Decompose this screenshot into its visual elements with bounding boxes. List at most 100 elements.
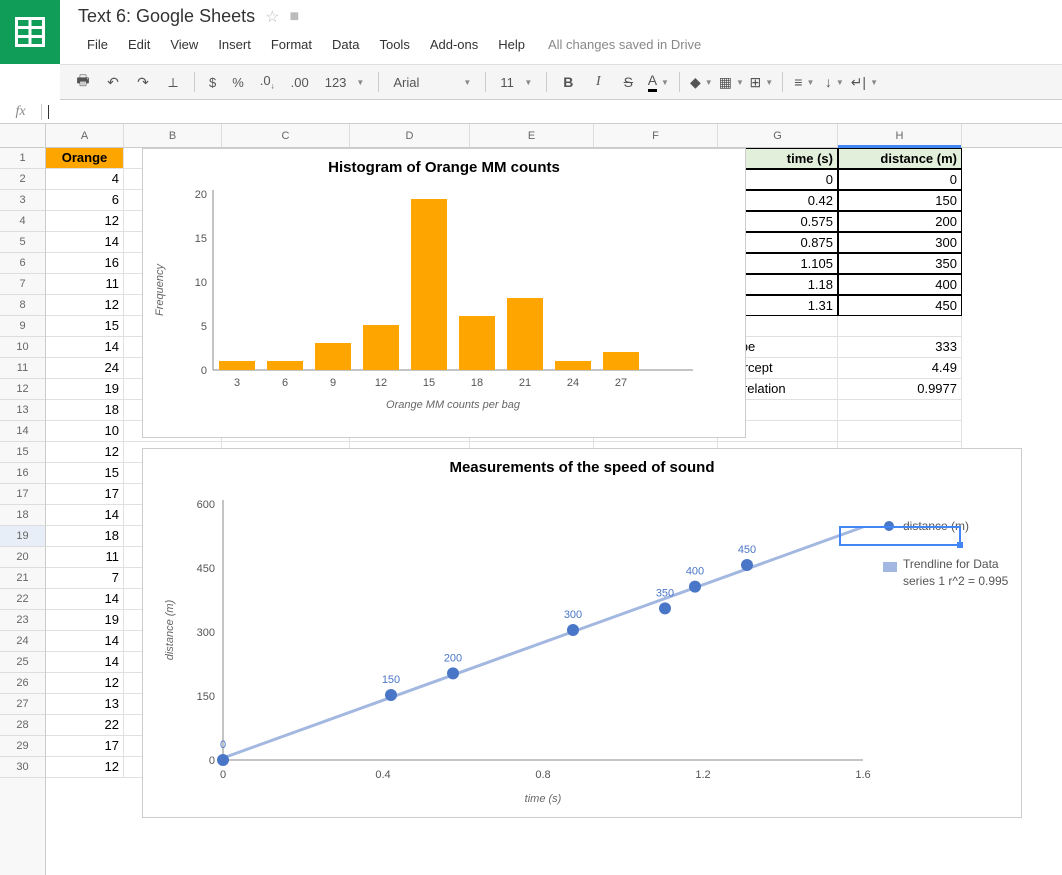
paint-format-icon[interactable]: ⟂ <box>160 69 186 95</box>
cell[interactable]: 14 <box>46 589 124 610</box>
col-header-G[interactable]: G <box>718 124 838 147</box>
col-header-C[interactable]: C <box>222 124 350 147</box>
cell[interactable]: 200 <box>838 211 962 232</box>
row-header[interactable]: 5 <box>0 232 45 253</box>
cell[interactable]: 333 <box>838 337 962 358</box>
formula-input[interactable] <box>42 104 1062 120</box>
row-header[interactable]: 30 <box>0 757 45 778</box>
font-family-dropdown[interactable]: Arial▼ <box>387 75 477 90</box>
row-header[interactable]: 1 <box>0 148 45 169</box>
col-header-E[interactable]: E <box>470 124 594 147</box>
cell[interactable]: 0 <box>838 169 962 190</box>
cell[interactable]: 300 <box>838 232 962 253</box>
chart-histogram[interactable]: Histogram of Orange MM counts 05101520 3… <box>142 148 746 438</box>
cell[interactable]: 400 <box>838 274 962 295</box>
dec-increase-button[interactable]: .00 <box>285 75 315 90</box>
percent-button[interactable]: % <box>226 75 250 90</box>
row-header[interactable]: 22 <box>0 589 45 610</box>
cell[interactable]: 14 <box>46 652 124 673</box>
currency-button[interactable]: $ <box>203 75 222 90</box>
row-header[interactable]: 21 <box>0 568 45 589</box>
row-header[interactable]: 14 <box>0 421 45 442</box>
doc-title[interactable]: Text 6: Google Sheets <box>78 6 255 27</box>
menu-tools[interactable]: Tools <box>370 33 418 56</box>
menu-file[interactable]: File <box>78 33 117 56</box>
undo-icon[interactable]: ↶ <box>100 69 126 95</box>
menu-addons[interactable]: Add-ons <box>421 33 487 56</box>
row-header[interactable]: 8 <box>0 295 45 316</box>
merge-button[interactable]: ⊞▼ <box>748 69 774 95</box>
menu-edit[interactable]: Edit <box>119 33 159 56</box>
row-header[interactable]: 25 <box>0 652 45 673</box>
cell[interactable]: 0.9977 <box>838 379 962 400</box>
row-header[interactable]: 19 <box>0 526 45 547</box>
number-format-dropdown[interactable]: 123▼ <box>319 75 371 90</box>
row-header[interactable]: 4 <box>0 211 45 232</box>
row-header[interactable]: 13 <box>0 400 45 421</box>
cell[interactable]: 18 <box>46 400 124 421</box>
menu-view[interactable]: View <box>161 33 207 56</box>
row-header[interactable]: 10 <box>0 337 45 358</box>
cell[interactable]: 14 <box>46 631 124 652</box>
menu-data[interactable]: Data <box>323 33 368 56</box>
row-header[interactable]: 15 <box>0 442 45 463</box>
cell[interactable]: 18 <box>46 526 124 547</box>
folder-icon[interactable]: ■ <box>289 8 299 26</box>
row-header[interactable]: 26 <box>0 673 45 694</box>
cell[interactable]: 16 <box>46 253 124 274</box>
chart-scatter[interactable]: Measurements of the speed of sound 01503… <box>142 448 1022 818</box>
cell[interactable]: 11 <box>46 547 124 568</box>
dec-decrease-button[interactable]: .0↓ <box>254 73 281 91</box>
print-icon[interactable]: 🖶 <box>70 69 96 95</box>
cell[interactable]: 14 <box>46 337 124 358</box>
cell[interactable]: 12 <box>46 211 124 232</box>
cell[interactable]: Orange <box>46 148 124 169</box>
row-header[interactable]: 28 <box>0 715 45 736</box>
borders-button[interactable]: ▦▼ <box>718 69 744 95</box>
col-header-H[interactable]: H <box>838 124 962 147</box>
row-header[interactable]: 9 <box>0 316 45 337</box>
row-header[interactable]: 24 <box>0 631 45 652</box>
select-all-corner[interactable] <box>0 124 45 148</box>
cell[interactable]: 19 <box>46 379 124 400</box>
row-header[interactable]: 27 <box>0 694 45 715</box>
font-size-dropdown[interactable]: 11▼ <box>494 75 538 90</box>
row-header[interactable]: 12 <box>0 379 45 400</box>
row-header[interactable]: 11 <box>0 358 45 379</box>
col-header-F[interactable]: F <box>594 124 718 147</box>
cell[interactable]: distance (m) <box>838 148 962 169</box>
menu-insert[interactable]: Insert <box>209 33 260 56</box>
cell[interactable]: 11 <box>46 274 124 295</box>
cell[interactable]: 10 <box>46 421 124 442</box>
cell[interactable] <box>838 316 962 337</box>
col-header-B[interactable]: B <box>124 124 222 147</box>
cell[interactable]: 12 <box>46 757 124 778</box>
cell[interactable]: 17 <box>46 484 124 505</box>
cell[interactable]: 6 <box>46 190 124 211</box>
row-header[interactable]: 6 <box>0 253 45 274</box>
cell[interactable]: 350 <box>838 253 962 274</box>
halign-button[interactable]: ≡▼ <box>791 69 817 95</box>
row-header[interactable]: 29 <box>0 736 45 757</box>
redo-icon[interactable]: ↷ <box>130 69 156 95</box>
cell[interactable]: 150 <box>838 190 962 211</box>
cell[interactable]: 15 <box>46 463 124 484</box>
cell[interactable]: 4 <box>46 169 124 190</box>
spreadsheet-grid[interactable]: 1234567891011121314151617181920212223242… <box>0 124 1062 875</box>
cell[interactable]: 24 <box>46 358 124 379</box>
row-header[interactable]: 16 <box>0 463 45 484</box>
row-header[interactable]: 20 <box>0 547 45 568</box>
row-header[interactable]: 7 <box>0 274 45 295</box>
sheets-logo[interactable] <box>0 0 60 64</box>
cell[interactable]: 450 <box>838 295 962 316</box>
cell[interactable]: 12 <box>46 442 124 463</box>
cell[interactable]: 14 <box>46 232 124 253</box>
star-icon[interactable]: ☆ <box>265 7 279 27</box>
row-header[interactable]: 3 <box>0 190 45 211</box>
row-header[interactable]: 17 <box>0 484 45 505</box>
cell[interactable]: 12 <box>46 295 124 316</box>
text-color-button[interactable]: A▼ <box>645 69 671 95</box>
cell[interactable]: 14 <box>46 505 124 526</box>
cell[interactable]: 22 <box>46 715 124 736</box>
italic-button[interactable]: I <box>585 69 611 95</box>
